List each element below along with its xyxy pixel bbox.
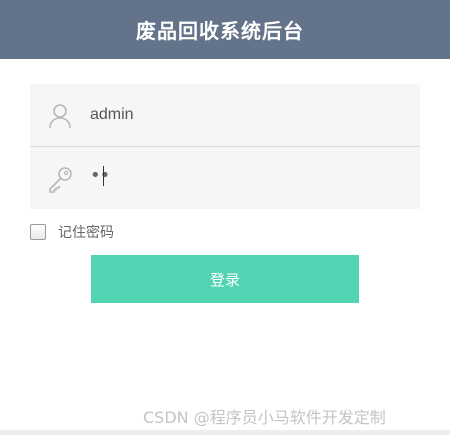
password-field[interactable]: ••: [30, 146, 420, 208]
remember-checkbox[interactable]: [30, 224, 46, 240]
user-icon: [46, 102, 74, 130]
username-field[interactable]: admin: [30, 84, 420, 146]
login-form: admin ••: [30, 84, 420, 209]
page-title: 废品回收系统后台: [136, 19, 304, 43]
login-button[interactable]: 登录: [91, 255, 359, 303]
text-caret: [103, 166, 104, 186]
key-icon: [46, 165, 74, 193]
bottom-divider: [0, 430, 450, 435]
header-bar: 废品回收系统后台: [0, 0, 450, 59]
remember-password[interactable]: 记住密码: [30, 221, 114, 243]
username-input[interactable]: admin: [90, 84, 134, 146]
remember-label: 记住密码: [58, 225, 114, 241]
password-input[interactable]: ••: [90, 147, 110, 208]
watermark: CSDN @程序员小马软件开发定制: [143, 408, 386, 427]
